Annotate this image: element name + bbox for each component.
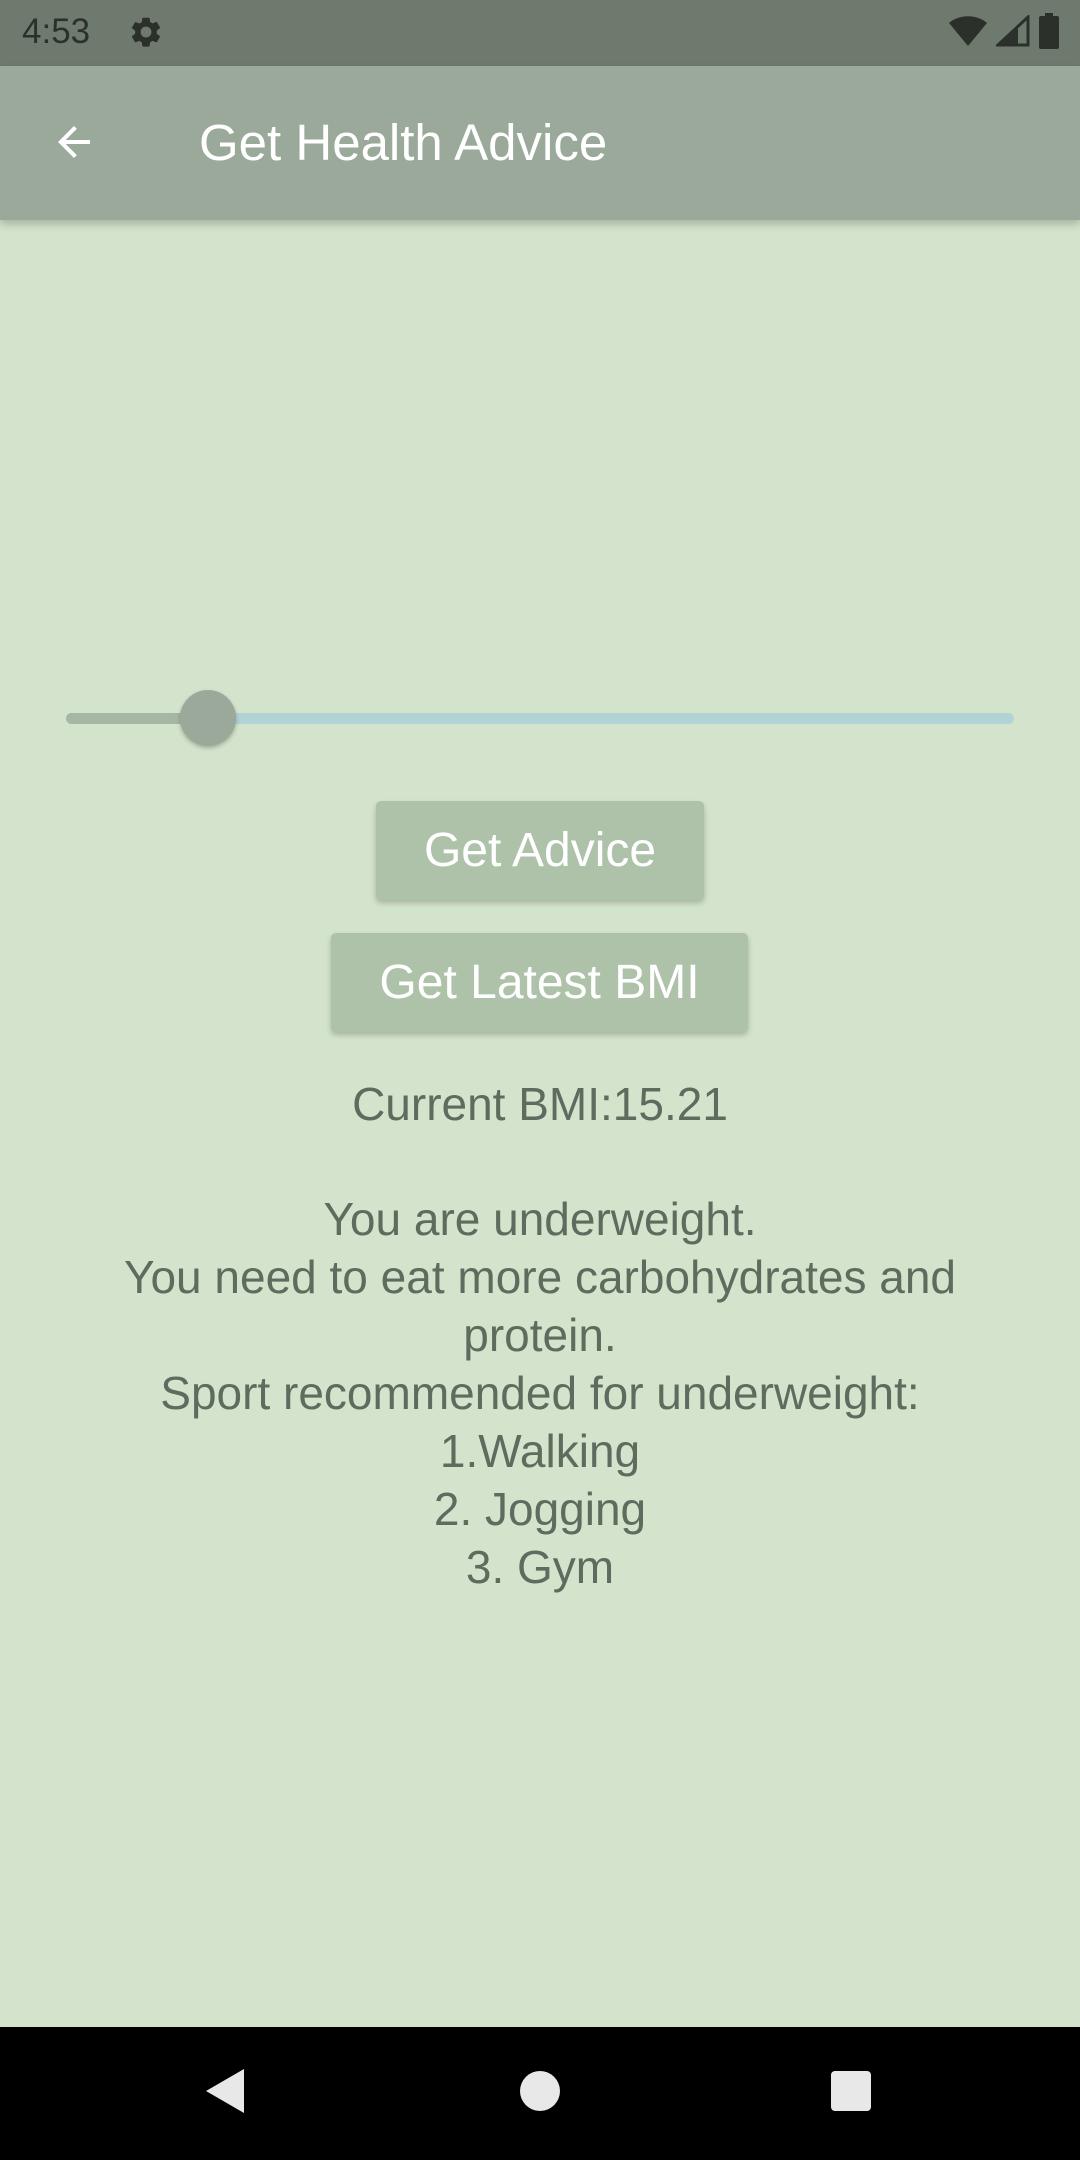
advice-line: You are underweight. [323,1193,757,1245]
sport-item: 3. Gym [465,1541,615,1593]
advice-line: You need to eat more carbohydrates and [124,1251,956,1303]
gear-icon [128,14,164,50]
status-time: 4:53 [22,12,91,51]
advice-result: Current BMI:15.21 You are underweight. Y… [40,1075,1040,1596]
current-bmi-text: Current BMI:15.21 [352,1078,728,1130]
battery-icon [1038,12,1060,54]
arrow-left-icon [50,118,98,171]
get-advice-button[interactable]: Get Advice [376,801,704,900]
sport-item: 2. Jogging [433,1483,647,1535]
app-bar: Get Health Advice [0,66,1080,220]
status-icons [948,12,1060,54]
bmi-slider[interactable] [66,690,1014,746]
advice-line: Sport recommended for underweight: [160,1367,920,1419]
advice-line: protein. [463,1309,617,1361]
get-latest-bmi-button[interactable]: Get Latest BMI [331,933,748,1032]
sport-item: 1.Walking [439,1425,641,1477]
back-button[interactable] [42,112,106,176]
slider-thumb[interactable] [180,690,236,746]
page-title: Get Health Advice [199,114,608,171]
circle-home-icon [518,2069,562,2118]
navigation-bar [0,2027,1080,2160]
nav-home-button[interactable] [512,2065,568,2121]
nav-back-button[interactable] [196,2065,252,2121]
signal-icon [994,13,1030,52]
triangle-back-icon [202,2067,246,2120]
status-bar: 4:53 [0,0,1080,66]
nav-recents-button[interactable] [823,2065,879,2121]
square-recents-icon [829,2069,873,2118]
wifi-icon [948,15,988,52]
